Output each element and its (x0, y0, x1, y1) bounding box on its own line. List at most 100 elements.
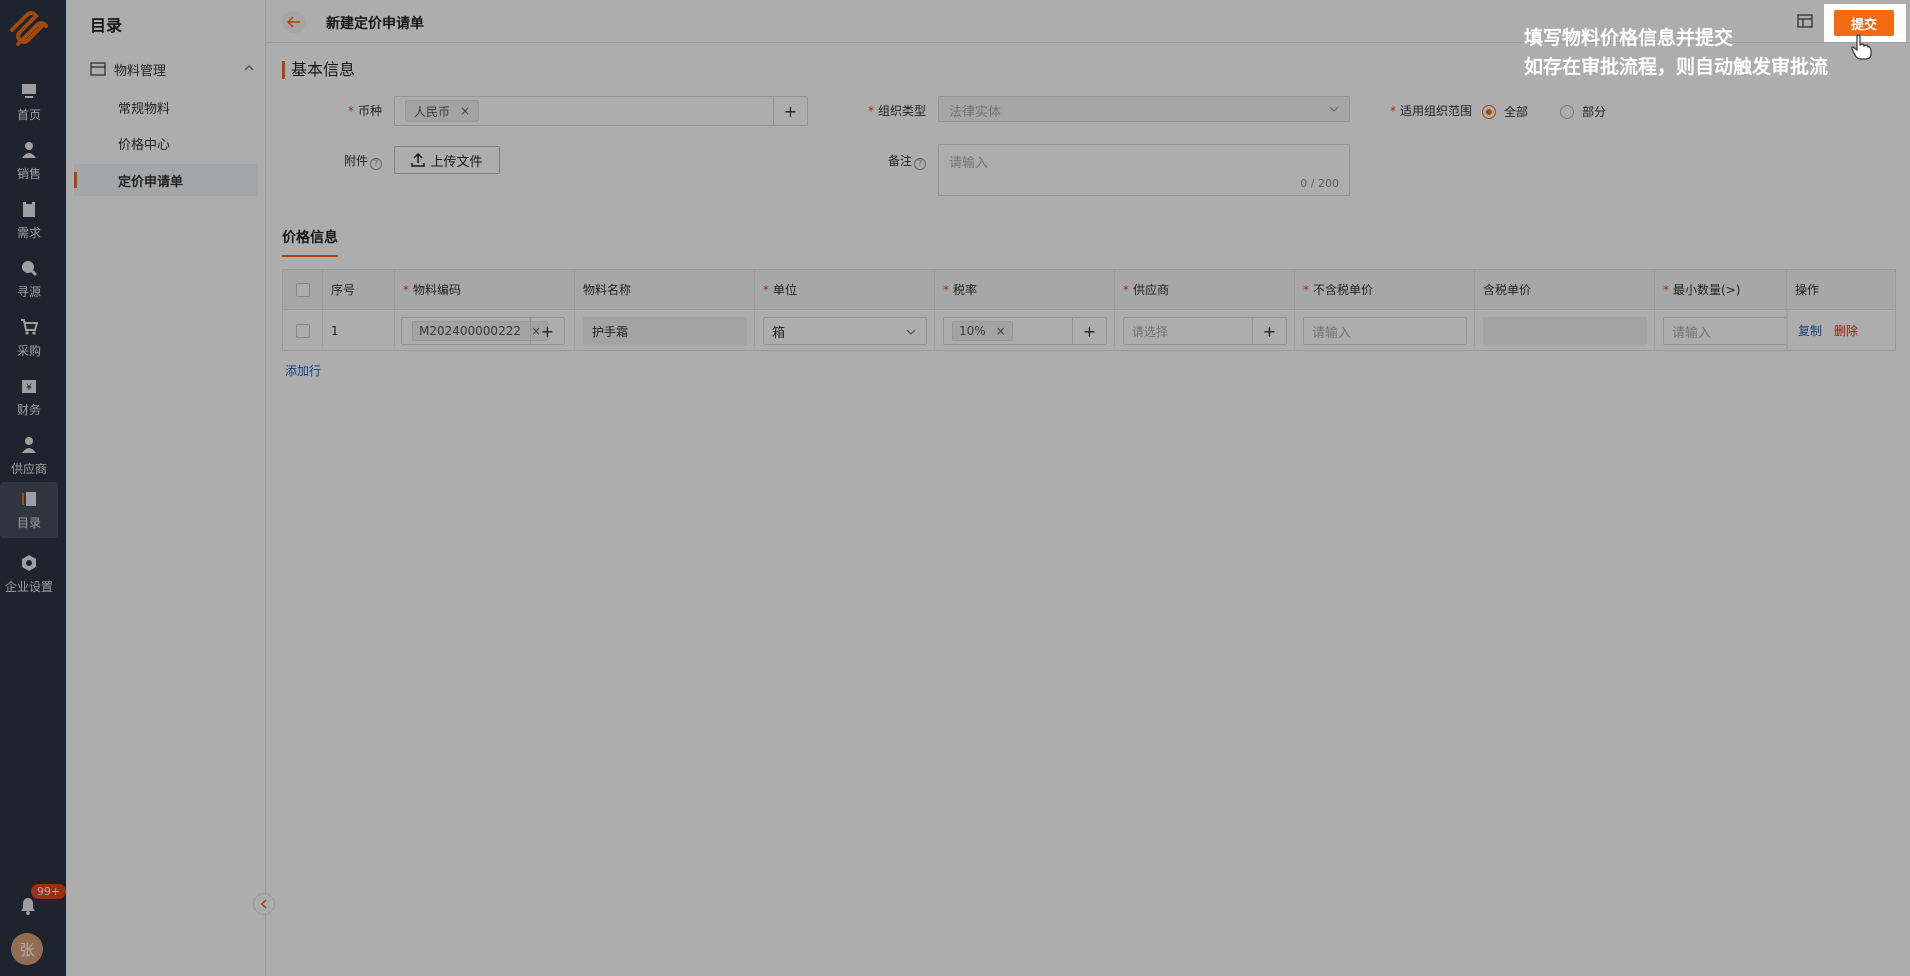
unit-select[interactable]: 箱 (763, 317, 927, 345)
rail-item-catalog[interactable]: 目录 (0, 482, 58, 538)
copy-row-link[interactable]: 复制 (1798, 322, 1822, 339)
search-icon (18, 257, 40, 279)
help-icon[interactable]: ? (370, 158, 382, 170)
tax-rate-field[interactable]: 10% × + (943, 317, 1107, 345)
add-material-button[interactable]: + (530, 318, 564, 344)
cart-icon (18, 316, 40, 338)
rail-item-supplier[interactable]: 供应商 (0, 428, 58, 484)
column-header: 操作 (1787, 270, 1895, 310)
currency-tag: 人民币 × (405, 100, 480, 122)
sales-icon (18, 139, 40, 161)
add-supplier-button[interactable]: + (1252, 318, 1286, 344)
tab-price-info[interactable]: 价格信息 (282, 227, 338, 257)
scope-label: * 适用组织范围 (1389, 104, 1472, 118)
header-checkbox-cell (283, 270, 323, 310)
settings-icon (18, 552, 40, 574)
price-incl-cell (1475, 310, 1655, 351)
tax-cell: 10% × + (935, 310, 1115, 351)
chevron-left-icon (260, 899, 267, 909)
section-title-basic: 基本信息 (282, 61, 355, 79)
help-icon[interactable]: ? (914, 158, 926, 170)
material-name-field: 护手霜 (583, 317, 747, 345)
column-header: 含税单价 (1475, 270, 1655, 310)
supplier-field[interactable]: 请选择 + (1123, 317, 1287, 345)
rail-item-settings[interactable]: 企业设置 (0, 546, 58, 602)
rail-item-purchase[interactable]: 采购 (0, 310, 58, 366)
char-counter: 0 / 200 (1300, 177, 1339, 190)
catalog-sidebar: 目录 物料管理 常规物料 价格中心 定价申请单 (66, 0, 266, 976)
plus-icon: + (783, 101, 798, 121)
row-checkbox-cell (283, 310, 323, 351)
close-icon[interactable]: × (996, 324, 1006, 338)
min-qty-cell: 请输入 (1655, 310, 1787, 351)
clipboard-icon (18, 198, 40, 220)
tutorial-tip: 填写物料价格信息并提交 如存在审批流程，则自动触发审批流 (1524, 27, 1829, 78)
price-excl-tax-input[interactable]: 请输入 (1303, 317, 1467, 345)
avatar[interactable]: 张 (11, 933, 43, 965)
plus-icon: + (1262, 321, 1277, 341)
scope-radio-partial[interactable]: 部分 (1560, 103, 1606, 120)
collapse-sidebar-button[interactable] (253, 893, 275, 915)
material-code-field[interactable]: M202400000222 × + (401, 317, 565, 345)
currency-field[interactable]: 人民币 × + (394, 96, 808, 126)
chevron-up-icon (244, 65, 254, 71)
sidebar-item-regular-material[interactable]: 常规物料 (74, 91, 258, 123)
column-header: 物料名称 (575, 270, 755, 310)
org-type-select[interactable]: 法律实体 (938, 96, 1350, 122)
sidebar-item-pricing-request[interactable]: 定价申请单 (74, 164, 258, 196)
rail-item-sales[interactable]: 销售 (0, 133, 58, 189)
column-header: * 最小数量(>) (1655, 270, 1787, 310)
rail-item-finance[interactable]: ¥ 财务 (0, 369, 58, 425)
sidebar-item-price-center[interactable]: 价格中心 (74, 127, 258, 159)
submit-button[interactable]: 提交 (1834, 10, 1894, 36)
material-code-tag: M202400000222 × (412, 321, 549, 341)
name-cell: 护手霜 (575, 310, 755, 351)
actions-cell: 复制 删除 (1787, 310, 1895, 351)
row-checkbox[interactable] (295, 323, 310, 338)
add-tax-button[interactable]: + (1072, 318, 1106, 344)
supplier-cell: 请选择 + (1115, 310, 1295, 351)
radio-icon (1482, 104, 1496, 119)
close-icon[interactable]: × (460, 104, 470, 118)
upload-file-button[interactable]: 上传文件 (394, 146, 500, 174)
scope-radio-all[interactable]: 全部 (1482, 103, 1528, 120)
org-type-label: * 组织类型 (867, 104, 926, 118)
rail-item-sourcing[interactable]: 寻源 (0, 251, 58, 307)
plus-icon: + (540, 321, 555, 341)
rail-item-home[interactable]: 首页 (0, 74, 58, 130)
pointer-hand-icon (1851, 34, 1872, 60)
finance-icon: ¥ (18, 375, 40, 397)
upload-icon (411, 153, 426, 167)
price-incl-tax-field (1483, 317, 1647, 345)
attachment-label: 附件? (336, 152, 382, 170)
price-table: 序号 * 物料编码 物料名称 * 单位 * 税率 * 供应商 * 不含税单价 含税单价 *… (282, 269, 1896, 351)
delete-row-link[interactable]: 删除 (1834, 322, 1858, 339)
unit-cell: 箱 (755, 310, 935, 351)
column-header: 序号 (323, 270, 395, 310)
remark-textarea[interactable]: 请输入 0 / 200 (938, 144, 1350, 196)
column-header: * 供应商 (1115, 270, 1295, 310)
tax-rate-tag: 10% × (952, 321, 1013, 341)
price-excl-cell: 请输入 (1295, 310, 1475, 351)
add-currency-button[interactable]: + (773, 97, 807, 125)
row-index: 1 (323, 310, 395, 351)
min-qty-input[interactable]: 请输入 (1663, 317, 1786, 345)
radio-icon (1560, 104, 1574, 119)
svg-text:¥: ¥ (26, 383, 32, 393)
supplier-icon (18, 434, 40, 456)
column-header: * 税率 (935, 270, 1115, 310)
select-all-checkbox[interactable] (295, 282, 310, 297)
column-header: * 物料编码 (395, 270, 575, 310)
arrow-left-icon (287, 16, 300, 28)
rail-item-demand[interactable]: 需求 (0, 192, 58, 248)
sidebar-group-material[interactable]: 物料管理 (90, 58, 260, 80)
column-header: * 不含税单价 (1295, 270, 1475, 310)
catalog-icon (18, 488, 40, 510)
sidebar-title: 目录 (90, 16, 123, 35)
chevron-down-icon (1329, 106, 1339, 112)
back-button[interactable] (282, 11, 306, 33)
remark-label: 备注? (870, 152, 926, 170)
column-header: * 单位 (755, 270, 935, 310)
add-row-link[interactable]: 添加行 (285, 362, 321, 379)
page-title: 新建定价申请单 (326, 16, 424, 32)
